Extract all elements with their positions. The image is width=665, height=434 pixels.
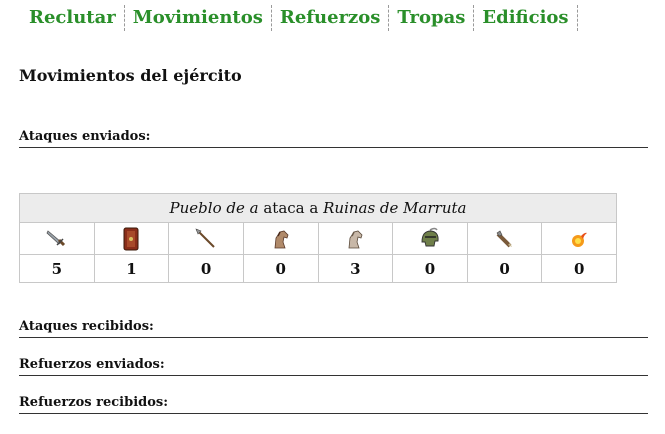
- unit-count: 0: [541, 254, 617, 283]
- unit-icon-cell: [466, 222, 543, 255]
- unit-icon-cell: [541, 222, 617, 255]
- attacks-received-heading: Ataques recibidos:: [19, 318, 648, 338]
- unit-icon-cell: [242, 222, 319, 255]
- unit-count: 3: [317, 254, 394, 283]
- reinforcements-sent-heading: Refuerzos enviados:: [19, 356, 648, 376]
- unit-count: 0: [242, 254, 319, 283]
- unit-icon-cell: [93, 222, 170, 255]
- origin-village[interactable]: Pueblo de a: [170, 199, 259, 217]
- unit-icon-cell: [317, 222, 394, 255]
- helmet-unit-icon: [421, 227, 439, 246]
- unit-icon-cell: [19, 222, 95, 255]
- movement-header: Pueblo de a ataca a Ruinas de Marruta: [19, 193, 617, 223]
- scout-horse-unit-icon: [274, 230, 289, 248]
- tab-bar: Reclutar Movimientos Refuerzos Tropas Ed…: [21, 5, 578, 31]
- spear-unit-icon: [195, 227, 215, 248]
- tab-movimientos[interactable]: Movimientos: [125, 5, 272, 31]
- ram-unit-icon: [496, 230, 512, 247]
- cavalry-horse-unit-icon: [348, 230, 363, 248]
- unit-icon-cell: [392, 222, 468, 255]
- tab-refuerzos[interactable]: Refuerzos: [272, 5, 390, 31]
- movement-verb: ataca a: [263, 199, 319, 217]
- sword-unit-icon: [46, 229, 65, 246]
- shield-unit-icon: [123, 227, 139, 250]
- tab-reclutar[interactable]: Reclutar: [21, 5, 125, 31]
- unit-count: 0: [392, 254, 468, 283]
- unit-count: 5: [19, 254, 95, 283]
- unit-count: 0: [168, 254, 244, 283]
- unit-icon-cell: [168, 222, 244, 255]
- tab-edificios[interactable]: Edificios: [474, 5, 578, 31]
- target-village[interactable]: Ruinas de Marruta: [323, 199, 466, 217]
- fireball-unit-icon: [572, 232, 588, 247]
- attacks-sent-heading: Ataques enviados:: [19, 128, 648, 148]
- movement-table: Pueblo de a ataca a Ruinas de Marruta 5 …: [19, 193, 617, 283]
- unit-count: 1: [93, 254, 170, 283]
- page-title: Movimientos del ejército: [19, 66, 242, 85]
- unit-count: 0: [466, 254, 543, 283]
- reinforcements-received-heading: Refuerzos recibidos:: [19, 394, 648, 414]
- tab-tropas[interactable]: Tropas: [389, 5, 475, 31]
